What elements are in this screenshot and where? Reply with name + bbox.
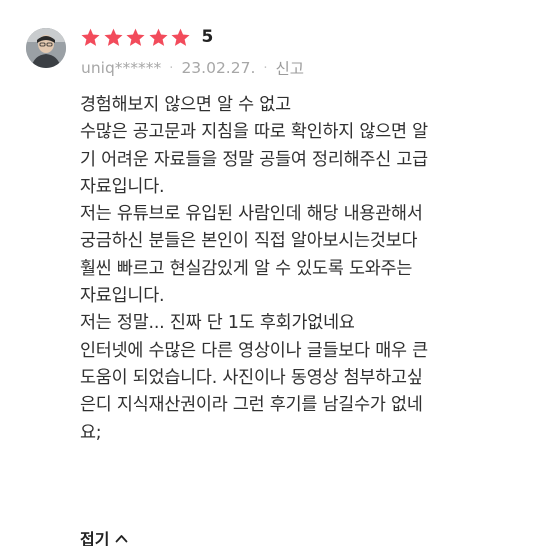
review-text-line: 기 어려운 자료들을 정말 공들여 정리해주신 고급 xyxy=(80,149,428,170)
review-text-line: 경험해보지 않으면 알 수 없고 xyxy=(80,95,291,115)
chevron-up-icon xyxy=(116,534,128,542)
review-text-line: 훨씬 빠르고 현실감있게 알 수 있도록 도와주는 xyxy=(80,258,413,279)
rating-row: 5 xyxy=(80,23,213,51)
avatar-image xyxy=(26,28,66,68)
review-text-line: 은디 지식재산권이라 그런 후기를 남길수가 없네 xyxy=(80,395,423,416)
report-button[interactable]: 신고 xyxy=(276,57,305,79)
review-text-line: 자료입니다. xyxy=(80,286,165,307)
star-icon xyxy=(126,28,145,46)
collapse-label: 접기 xyxy=(80,530,110,546)
meta-separator: · xyxy=(169,60,174,76)
review-body: 경험해보지 않으면 알 수 없고 수많은 공고문과 지침을 따로 확인하지 않으… xyxy=(80,92,550,447)
collapse-button[interactable]: 접기 xyxy=(80,526,128,546)
review-text-line: 요; xyxy=(80,422,102,443)
review-card: 5 uniq****** · 23.02.27. · 신고 경험해보지 않으면 … xyxy=(0,0,560,546)
review-text-line: 수많은 공고문과 지침을 따로 확인하지 않으면 알 xyxy=(80,122,428,143)
rating-value: 5 xyxy=(201,27,214,47)
author-name: uniq****** xyxy=(81,59,162,77)
review-text-line: 인터넷에 수많은 다른 영상이나 글들보다 매우 큰 xyxy=(80,340,428,361)
star-icon xyxy=(171,28,190,46)
review-text-line: 저는 유튜브로 유입된 사람인데 해당 내용관해서 xyxy=(80,204,423,225)
avatar[interactable] xyxy=(26,28,66,68)
star-icon xyxy=(148,28,168,46)
review-text-line: 궁금하신 분들은 본인이 직접 알아보시는것보다 xyxy=(80,231,418,252)
meta-separator: · xyxy=(263,60,268,76)
review-text-line: 저는 정말... 진짜 단 1도 후회가없네요 xyxy=(80,313,355,334)
review-text-line: 자료입니다. xyxy=(80,176,165,197)
review-text-line: 도움이 되었습니다. 사진이나 동영상 첨부하고싶 xyxy=(80,367,423,388)
star-icon xyxy=(103,28,123,46)
review-meta: uniq****** · 23.02.27. · 신고 xyxy=(81,57,304,79)
star-icon xyxy=(81,28,100,46)
review-date: 23.02.27. xyxy=(181,59,256,77)
